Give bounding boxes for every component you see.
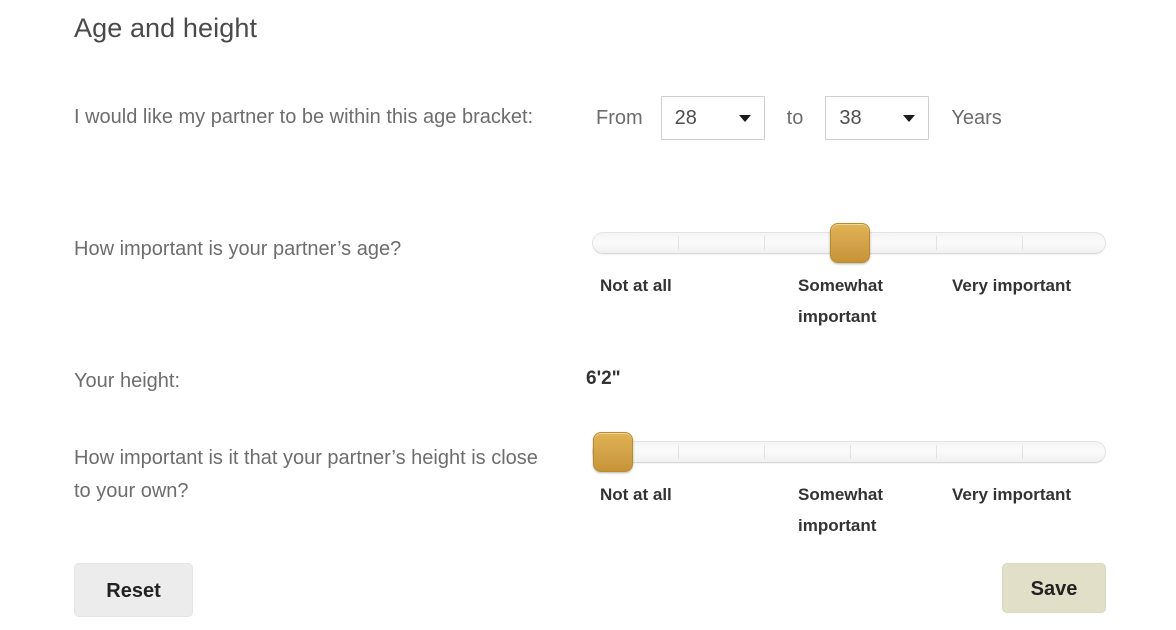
scale-label-mid: Somewhat important: [798, 276, 884, 326]
your-height-value: 6'2": [586, 368, 621, 389]
height-importance-question: How important is it that your partner’s …: [74, 447, 538, 502]
slider-tick: [764, 445, 765, 459]
from-label: From: [596, 107, 643, 129]
slider-tick: [936, 445, 937, 459]
age-to-select[interactable]: 38: [825, 96, 930, 140]
age-to-value: 38: [839, 107, 862, 129]
chevron-down-icon: [903, 115, 916, 122]
age-importance-slider[interactable]: [592, 223, 1106, 263]
age-importance-slider-handle[interactable]: [830, 223, 870, 263]
page-title: Age and height: [74, 13, 258, 43]
slider-tick: [1022, 445, 1023, 459]
chevron-down-icon: [738, 115, 751, 122]
slider-tick: [936, 236, 937, 250]
age-bracket-question: I would like my partner to be within thi…: [74, 106, 534, 128]
to-label: to: [786, 107, 804, 129]
slider-tick: [678, 236, 679, 250]
slider-tick: [1022, 236, 1023, 250]
age-importance-question: How important is your partner’s age?: [74, 238, 402, 260]
slider-tick: [850, 445, 851, 459]
slider-tick: [678, 445, 679, 459]
slider-tick: [764, 236, 765, 250]
scale-label-low: Not at all: [600, 276, 672, 295]
age-importance-scale-labels: Not at all Somewhat important Very impor…: [592, 270, 1106, 334]
age-from-select[interactable]: 28: [660, 96, 765, 140]
save-button[interactable]: Save: [1002, 563, 1106, 613]
scale-label-low: Not at all: [600, 485, 672, 504]
scale-label-high: Very important: [952, 276, 1072, 295]
age-from-value: 28: [674, 107, 697, 129]
scale-label-mid: Somewhat important: [798, 485, 884, 535]
age-and-height-form: Age and height I would like my partner t…: [0, 0, 1176, 630]
age-bracket-controls: From 28 to 38 Years: [596, 96, 1002, 140]
years-label: Years: [951, 107, 1002, 129]
your-height-label: Your height:: [74, 370, 181, 392]
reset-button[interactable]: Reset: [74, 563, 193, 617]
height-importance-scale-labels: Not at all Somewhat important Very impor…: [592, 479, 1106, 543]
height-importance-slider[interactable]: [592, 432, 1106, 472]
age-importance-slider-group: Not at all Somewhat important Very impor…: [592, 223, 1106, 334]
scale-label-high: Very important: [952, 485, 1072, 504]
height-importance-slider-group: Not at all Somewhat important Very impor…: [592, 432, 1106, 543]
height-importance-slider-handle[interactable]: [593, 432, 633, 472]
